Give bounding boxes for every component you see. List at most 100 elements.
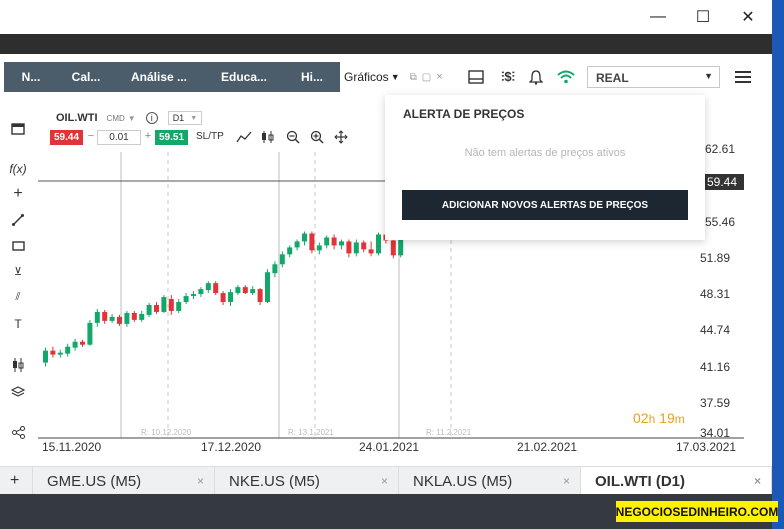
- candle-body: [265, 272, 270, 303]
- buy-button[interactable]: 59.51: [155, 130, 188, 145]
- move-crosshair-icon[interactable]: [334, 130, 348, 147]
- date-tick-label: 15.11.2020: [42, 440, 102, 454]
- candle-body: [316, 245, 322, 251]
- close-tab-icon[interactable]: ×: [754, 474, 761, 488]
- chart-tab-label: GME.US (M5): [47, 472, 142, 490]
- candle-body: [213, 283, 219, 294]
- candle-body: [191, 294, 196, 297]
- chart-tab-nke[interactable]: NKE.US (M5) ×: [215, 467, 399, 495]
- countdown-hours: 02: [633, 410, 649, 426]
- popup-title: ALERTA DE PREÇOS: [403, 107, 525, 121]
- zoom-in-icon[interactable]: [310, 130, 324, 147]
- close-tab-icon[interactable]: ×: [381, 474, 388, 488]
- candle-body: [43, 350, 48, 363]
- type-caret-icon[interactable]: ▼: [128, 114, 136, 123]
- chart-tabs-bar: + GME.US (M5) × NKE.US (M5) × NKLA.US (M…: [0, 466, 772, 495]
- price-tick-label: 44.74: [700, 323, 731, 337]
- instrument-type: CMD: [106, 113, 125, 123]
- candle-body: [368, 249, 374, 254]
- increase-qty-button[interactable]: +: [142, 130, 154, 145]
- candle-body: [50, 350, 56, 355]
- date-tick-label: 17.03.2021: [676, 440, 737, 454]
- price-tick-label: 55.46: [705, 215, 736, 229]
- timeframe-caret-icon: ▼: [190, 114, 198, 122]
- sltp-button[interactable]: SL/TP: [196, 131, 224, 142]
- candle-body: [139, 313, 145, 320]
- candle-body: [102, 311, 108, 321]
- date-tick-label: 17.12.2020: [201, 440, 262, 454]
- candle-body: [117, 316, 122, 324]
- candle-body: [168, 299, 174, 311]
- add-price-alert-button[interactable]: ADICIONAR NOVOS ALERTAS DE PREÇOS: [402, 190, 688, 220]
- decrease-qty-button[interactable]: −: [85, 130, 97, 145]
- candle-body: [294, 241, 300, 248]
- candle-body: [65, 346, 71, 354]
- candle-body: [131, 312, 137, 320]
- timeframe-select[interactable]: D1 ▼: [167, 111, 203, 125]
- candle-body: [376, 234, 381, 254]
- chart-tab-label: OIL.WTI (D1): [595, 472, 685, 490]
- candle-body: [361, 242, 367, 250]
- candle-body: [257, 289, 263, 303]
- chart-tab-nkla[interactable]: NKLA.US (M5) ×: [399, 467, 581, 495]
- price-tick-label: 37.59: [700, 396, 731, 410]
- price-tick-label: 41.16: [700, 360, 731, 374]
- zoom-out-icon[interactable]: [286, 130, 300, 147]
- candle-body: [390, 240, 396, 256]
- countdown-minutes-unit: m: [674, 412, 685, 426]
- candle-body: [176, 302, 182, 311]
- candle-body: [80, 341, 85, 345]
- candle-body: [109, 316, 115, 321]
- timeframe-value: D1: [172, 113, 185, 123]
- app-window: — ☐ ✕ N... Cal... Análise ... Educa... H…: [0, 0, 772, 529]
- candle-body: [346, 241, 352, 254]
- watermark-logo: NEGOCIOSEDINHEIRO.COM: [616, 501, 778, 522]
- price-tick-label: 51.89: [700, 251, 731, 265]
- chart-symbol-header: OIL.WTI CMD ▼ i D1 ▼: [56, 110, 203, 126]
- candle-body: [228, 292, 233, 303]
- chart-tab-label: NKLA.US (M5): [413, 472, 513, 490]
- candle-body: [124, 312, 130, 324]
- candle-body: [339, 241, 344, 246]
- rollover-label: R: 13.1.2021: [288, 428, 334, 437]
- candle-body: [161, 297, 167, 312]
- price-alerts-popup: ALERTA DE PREÇOS Não tem alertas de preç…: [385, 95, 705, 240]
- add-chart-tab-button[interactable]: +: [0, 467, 33, 495]
- current-price-marker: 59.44: [700, 174, 744, 190]
- chart-line-icon[interactable]: [236, 130, 252, 147]
- rollover-label: R: 10.12.2020: [141, 428, 192, 437]
- candle-body: [220, 293, 226, 303]
- candle-body: [250, 289, 256, 294]
- candle-body: [331, 237, 337, 246]
- price-tick-label: 34.01: [700, 426, 731, 440]
- candle-countdown: 02h 19m: [633, 410, 685, 426]
- candle-body: [279, 254, 285, 265]
- countdown-minutes: 19: [659, 410, 675, 426]
- candle-body: [205, 283, 211, 291]
- candle-body: [272, 264, 278, 274]
- price-tick-label: 62.61: [705, 142, 736, 156]
- candle-body: [309, 233, 315, 251]
- sell-button[interactable]: 59.44: [50, 130, 83, 145]
- candle-body: [94, 311, 100, 323]
- candle-body: [57, 352, 63, 355]
- candle-body: [302, 233, 307, 242]
- rollover-label: R: 11.2.2021: [426, 428, 472, 437]
- chart-tab-gme[interactable]: GME.US (M5) ×: [33, 467, 215, 495]
- candle-body: [72, 341, 78, 348]
- countdown-hours-unit: h: [648, 412, 656, 426]
- close-tab-icon[interactable]: ×: [563, 474, 570, 488]
- candle-body: [198, 289, 204, 295]
- close-tab-icon[interactable]: ×: [197, 474, 204, 488]
- candle-body: [242, 287, 248, 294]
- chart-tab-label: NKE.US (M5): [229, 472, 320, 490]
- quantity-input[interactable]: 0.01: [97, 130, 141, 145]
- candle-body: [154, 304, 159, 312]
- candle-type-icon[interactable]: [261, 130, 277, 147]
- chart-tab-oilwti[interactable]: OIL.WTI (D1) ×: [581, 467, 772, 495]
- info-icon[interactable]: i: [145, 112, 158, 124]
- symbol-name: OIL.WTI: [56, 112, 98, 124]
- candle-body: [183, 296, 189, 303]
- candle-body: [146, 304, 152, 315]
- price-tick-label: 48.31: [700, 287, 731, 301]
